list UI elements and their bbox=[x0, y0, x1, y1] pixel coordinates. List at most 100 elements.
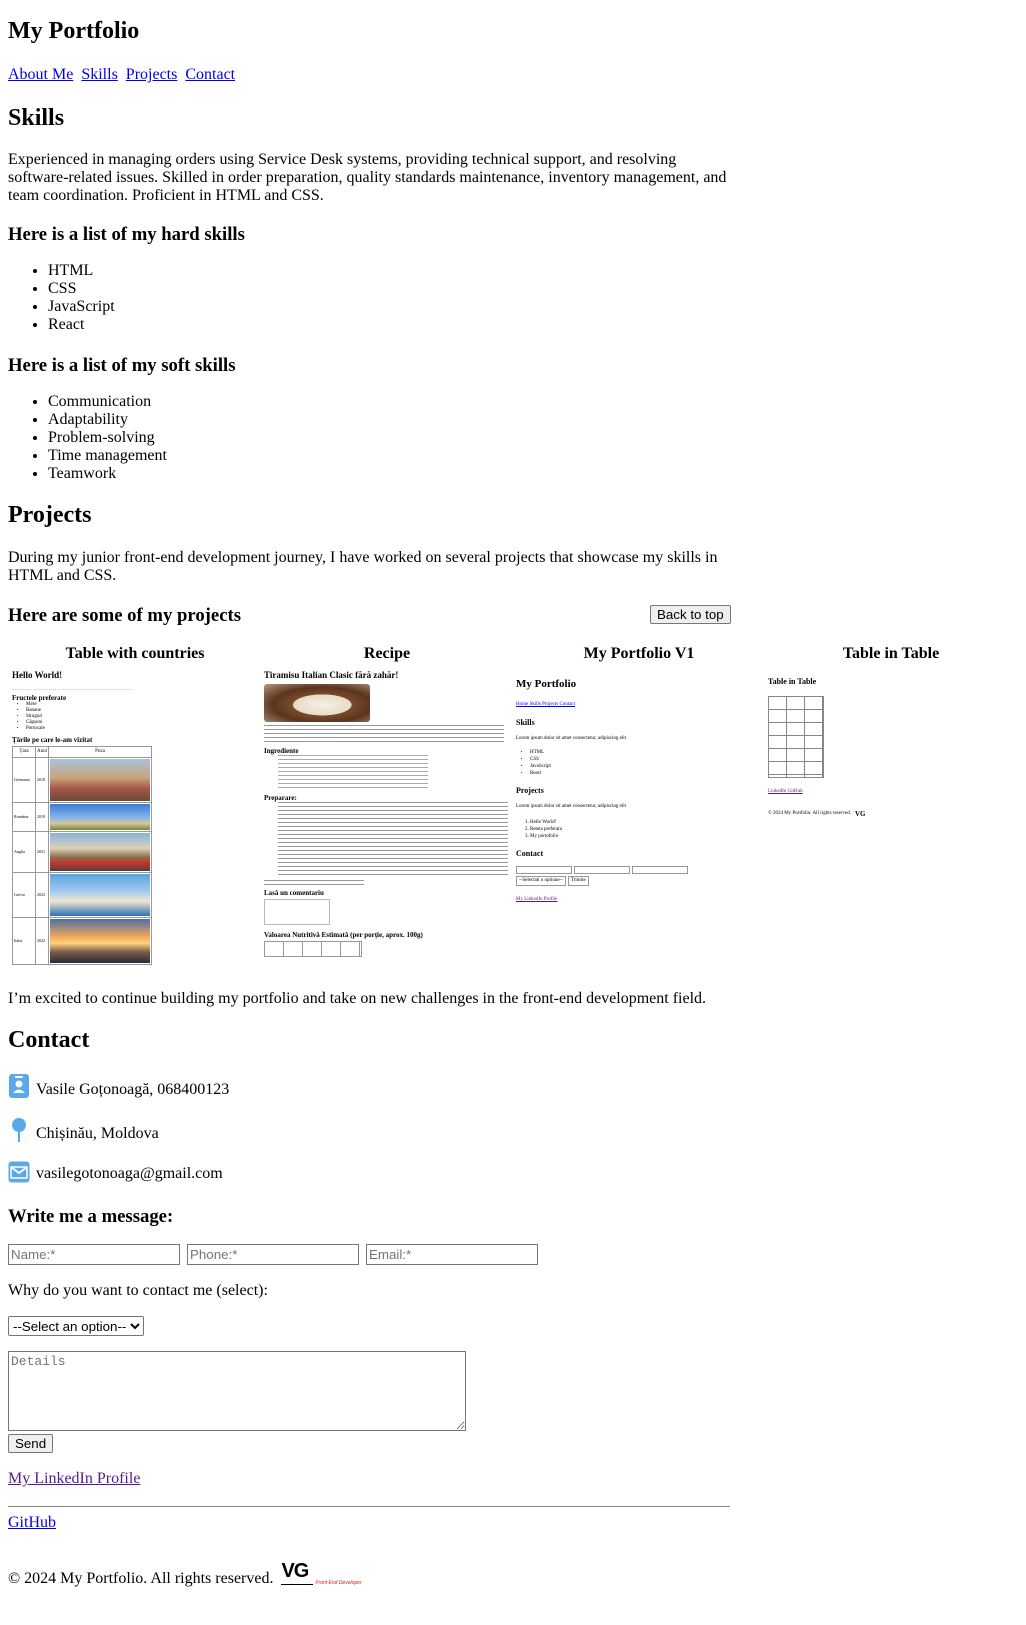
project-thumbnail-portfolio-v1[interactable]: My Portfolio Home Skills Projects Contac… bbox=[516, 670, 764, 930]
name-field[interactable] bbox=[8, 1244, 180, 1265]
thumb-photo-cell bbox=[48, 917, 152, 965]
thumb-nested-table bbox=[768, 696, 824, 778]
thumb-ordered-list: Hello World! Reteta preferata My portofo… bbox=[516, 819, 764, 840]
project-thumbnail-countries[interactable]: Hello World! Fructele preferate Mere Ban… bbox=[12, 670, 162, 970]
projects-list-heading: Here are some of my projects bbox=[8, 605, 241, 626]
thumb-table-header: Țara bbox=[12, 746, 36, 758]
thumb-countries-table: Țara Anul Poza Germania 2018 România 201… bbox=[12, 746, 152, 965]
nav-link-about[interactable]: About Me bbox=[8, 66, 73, 83]
thumb-subheading: Fructele preferate bbox=[12, 694, 67, 702]
thumb-list: Mere Banane Struguri Căpșuni Portocale bbox=[12, 702, 162, 732]
thumb-table-cell: Anglia bbox=[12, 831, 36, 873]
thumb-table-cell: România bbox=[12, 802, 36, 832]
project-thumbnail-table-in-table[interactable]: Table in Table LinkedIn GitHub © 2024 My… bbox=[768, 670, 1016, 830]
id-badge-icon bbox=[9, 1074, 29, 1098]
thumb-text-block bbox=[264, 725, 504, 745]
logo-subtitle: Front End Developer bbox=[315, 1580, 362, 1586]
thumb-list-item: Hello World! bbox=[530, 819, 764, 826]
thumb-table-cell: 2019 bbox=[35, 802, 49, 832]
list-item: Time management bbox=[48, 447, 167, 465]
thumb-table-cell: Grecia bbox=[12, 872, 36, 918]
nav-link-projects[interactable]: Projects bbox=[126, 66, 178, 83]
city-photo bbox=[50, 833, 150, 871]
skills-heading: Skills bbox=[8, 105, 65, 131]
footer: © 2024 My Portfolio. All rights reserved… bbox=[8, 1560, 367, 1590]
thumb-list: HTML CSS JavaScript React bbox=[516, 749, 764, 777]
thumb-subheading: Lasă un comentariu bbox=[264, 889, 324, 897]
soft-skills-heading: Here is a list of my soft skills bbox=[8, 355, 236, 376]
page-title: My Portfolio bbox=[8, 18, 140, 44]
soft-skills-list: Communication Adaptability Problem-solvi… bbox=[8, 393, 167, 483]
thumb-text-line bbox=[12, 681, 132, 690]
project-title-portfolio-v1: My Portfolio V1 bbox=[583, 645, 695, 662]
city-photo bbox=[50, 804, 150, 830]
github-link[interactable]: GitHub bbox=[8, 1514, 56, 1532]
thumb-select: --Selectati o optiune-- bbox=[516, 876, 566, 886]
thumb-list-item: Reteta preferata bbox=[530, 826, 764, 833]
thumb-footer: © 2024 My Portfolio. All rights reserved… bbox=[768, 810, 1016, 818]
thumb-nav: Home Skills Projects Contact bbox=[516, 702, 576, 707]
linkedin-link[interactable]: My LinkedIn Profile bbox=[8, 1470, 140, 1488]
thumb-table-cell: Italia bbox=[12, 917, 36, 965]
nav-link-skills[interactable]: Skills bbox=[81, 66, 117, 83]
thumb-input bbox=[574, 866, 630, 874]
thumb-list-item: JavaScript bbox=[530, 763, 764, 770]
city-photo bbox=[50, 759, 150, 801]
projects-heading: Projects bbox=[8, 502, 92, 528]
email-field[interactable] bbox=[366, 1244, 538, 1265]
reason-label: Why do you want to contact me (select): bbox=[8, 1282, 268, 1299]
send-button[interactable]: Send bbox=[8, 1434, 54, 1453]
project-thumbnail-recipe[interactable]: Tiramisu Italian Clasic fără zahăr! Ingr… bbox=[264, 670, 512, 960]
back-to-top-button[interactable]: Back to top bbox=[650, 605, 731, 624]
thumb-logo: VG bbox=[854, 810, 866, 818]
reason-select[interactable]: --Select an option-- bbox=[8, 1316, 144, 1336]
list-item: Adaptability bbox=[48, 411, 167, 429]
thumb-link: My LinkedIn Profile bbox=[516, 897, 558, 902]
details-textarea[interactable] bbox=[8, 1351, 466, 1431]
list-item: CSS bbox=[48, 280, 115, 298]
city-photo bbox=[50, 874, 150, 916]
thumb-heading: Hello World! bbox=[12, 670, 63, 680]
logo-underline bbox=[281, 1584, 314, 1585]
phone-field[interactable] bbox=[187, 1244, 359, 1265]
vg-logo: VG Front End Developer bbox=[281, 1560, 367, 1590]
thumb-table-cell: 2022 bbox=[35, 917, 49, 965]
hard-skills-heading: Here is a list of my hard skills bbox=[8, 224, 245, 245]
thumb-nutrition-table bbox=[264, 941, 362, 957]
main-nav: About Me Skills Projects Contact bbox=[8, 66, 239, 84]
map-pin-icon bbox=[12, 1118, 26, 1142]
thumb-button: Trimite bbox=[567, 876, 589, 886]
thumb-photo-cell bbox=[48, 757, 152, 803]
list-item: JavaScript bbox=[48, 298, 115, 316]
thumb-table-header: Poza bbox=[48, 746, 152, 758]
thumb-photo-cell bbox=[48, 872, 152, 918]
project-title-countries: Table with countries bbox=[65, 645, 205, 662]
thumb-preparation-list bbox=[278, 802, 508, 878]
thumb-subheading: Projects bbox=[516, 786, 544, 795]
list-item: HTML bbox=[48, 262, 115, 280]
thumb-heading: My Portfolio bbox=[516, 678, 577, 690]
thumb-footer-text: © 2024 My Portfolio. All rights reserved… bbox=[768, 811, 851, 816]
thumb-table-cell: 2018 bbox=[35, 757, 49, 803]
contact-person-row: Vasile Goțonoagă, 068400123 bbox=[8, 1073, 229, 1099]
thumb-text-line bbox=[264, 880, 364, 886]
contact-email-row: vasilegotonoaga@gmail.com bbox=[8, 1161, 223, 1183]
message-heading: Write me a message: bbox=[8, 1206, 174, 1227]
thumb-heading: Tiramisu Italian Clasic fără zahăr! bbox=[264, 670, 399, 680]
contact-person-text: Vasile Goțonoagă, 068400123 bbox=[36, 1081, 230, 1098]
thumb-heading: Table in Table bbox=[768, 677, 817, 686]
thumb-list-item: CSS bbox=[530, 756, 764, 763]
list-item: Communication bbox=[48, 393, 167, 411]
project-title-table-in-table: Table in Table bbox=[842, 645, 940, 662]
thumb-subheading: Țările pe care le-am vizitat bbox=[12, 736, 93, 744]
thumb-contact-select-row: --Selectati o optiune-- Trimite bbox=[516, 876, 764, 886]
thumb-subheading: Preparare: bbox=[264, 794, 297, 802]
thumb-links: LinkedIn GitHub bbox=[768, 789, 803, 794]
thumb-list-item: React bbox=[530, 770, 764, 777]
list-item: Teamwork bbox=[48, 465, 167, 483]
thumb-text-line: Lorem ipsum dolor sit amet consectetur, … bbox=[516, 804, 627, 809]
list-item: Problem-solving bbox=[48, 429, 167, 447]
thumb-contact-inputs bbox=[516, 866, 764, 874]
thumb-list-item: My portofolio bbox=[530, 833, 764, 840]
nav-link-contact[interactable]: Contact bbox=[185, 66, 235, 83]
